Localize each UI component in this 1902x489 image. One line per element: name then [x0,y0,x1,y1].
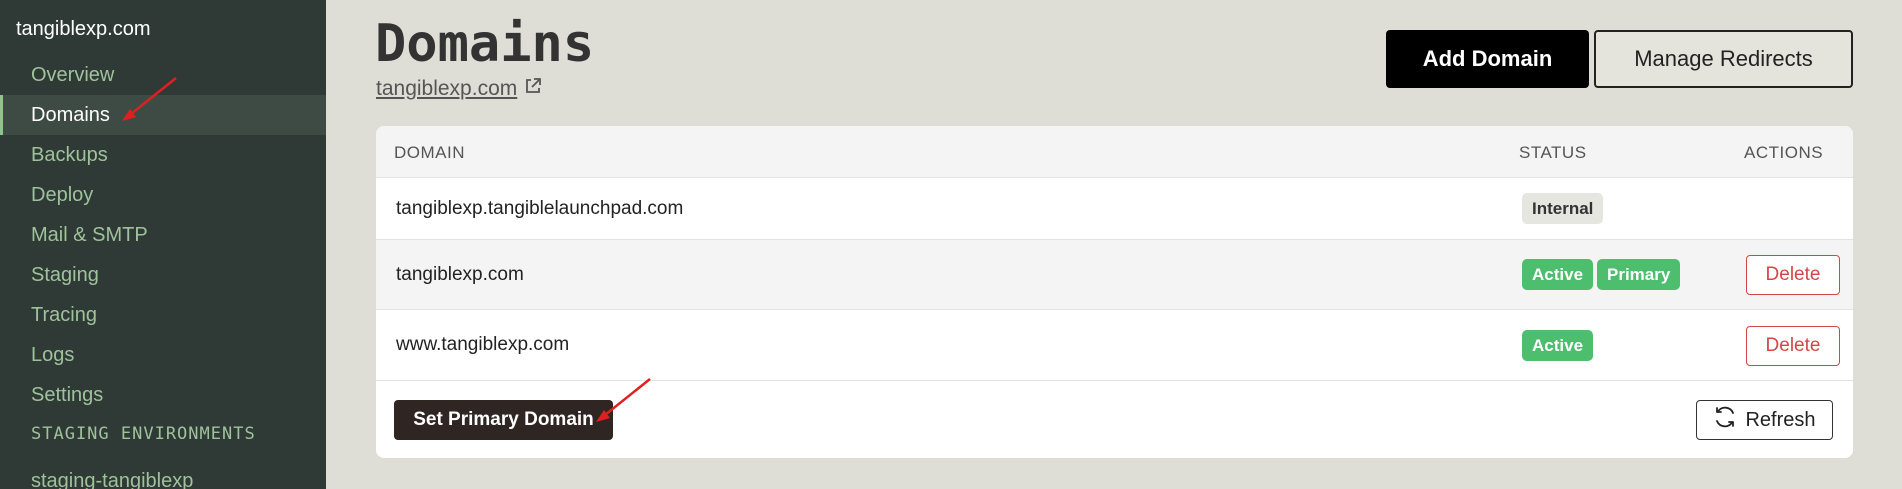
column-header-actions: ACTIONS [1744,143,1824,162]
refresh-label: Refresh [1745,408,1816,431]
site-link-label: tangiblexp.com [376,77,518,100]
manage-redirects-button[interactable]: Manage Redirects [1594,30,1853,88]
column-header-status: STATUS [1519,143,1587,162]
sidebar-item-logs[interactable]: Logs [0,335,326,375]
delete-button[interactable]: Delete [1746,255,1840,295]
refresh-button[interactable]: Refresh [1696,400,1833,440]
status-badge-internal: Internal [1522,193,1604,224]
sidebar-item-overview[interactable]: Overview [0,55,326,95]
sidebar-item-staging-env[interactable]: staging-tangiblexp [31,470,193,489]
sidebar-item-staging[interactable]: Staging [0,255,326,295]
site-name[interactable]: tangiblexp.com [16,18,151,41]
domain-cell: www.tangiblexp.com [396,334,570,355]
sidebar-item-deploy[interactable]: Deploy [0,175,326,215]
sidebar: tangiblexp.com Overview Domains Backups … [0,0,326,489]
staging-environments-heading: STAGING ENVIRONMENTS [31,424,256,444]
status-badge-active: Active [1522,259,1594,290]
external-link-icon [523,76,543,102]
table-row: tangiblexp.com Active Primary Delete [376,240,1853,310]
page-title: Domains [375,14,595,74]
table-row: tangiblexp.tangiblelaunchpad.com Interna… [376,178,1853,240]
sidebar-item-backups[interactable]: Backups [0,135,326,175]
sidebar-item-settings[interactable]: Settings [0,375,326,415]
status-badge-active: Active [1522,330,1594,361]
sidebar-item-mail-smtp[interactable]: Mail & SMTP [0,215,326,255]
refresh-icon [1713,405,1737,435]
set-primary-domain-button[interactable]: Set Primary Domain [394,400,613,440]
sidebar-item-tracing[interactable]: Tracing [0,295,326,335]
domain-cell: tangiblexp.tangiblelaunchpad.com [396,198,684,219]
domains-card: DOMAIN STATUS ACTIONS tangiblexp.tangibl… [376,126,1853,458]
delete-button[interactable]: Delete [1746,326,1840,366]
add-domain-button[interactable]: Add Domain [1386,30,1589,88]
domain-cell: tangiblexp.com [396,264,524,285]
column-header-domain: DOMAIN [394,143,465,162]
table-row: www.tangiblexp.com Active Delete [376,310,1853,381]
sidebar-item-domains[interactable]: Domains [0,95,326,135]
status-badge-primary: Primary [1597,259,1681,290]
table-header: DOMAIN STATUS ACTIONS [376,126,1853,178]
site-link[interactable]: tangiblexp.com [376,76,543,102]
